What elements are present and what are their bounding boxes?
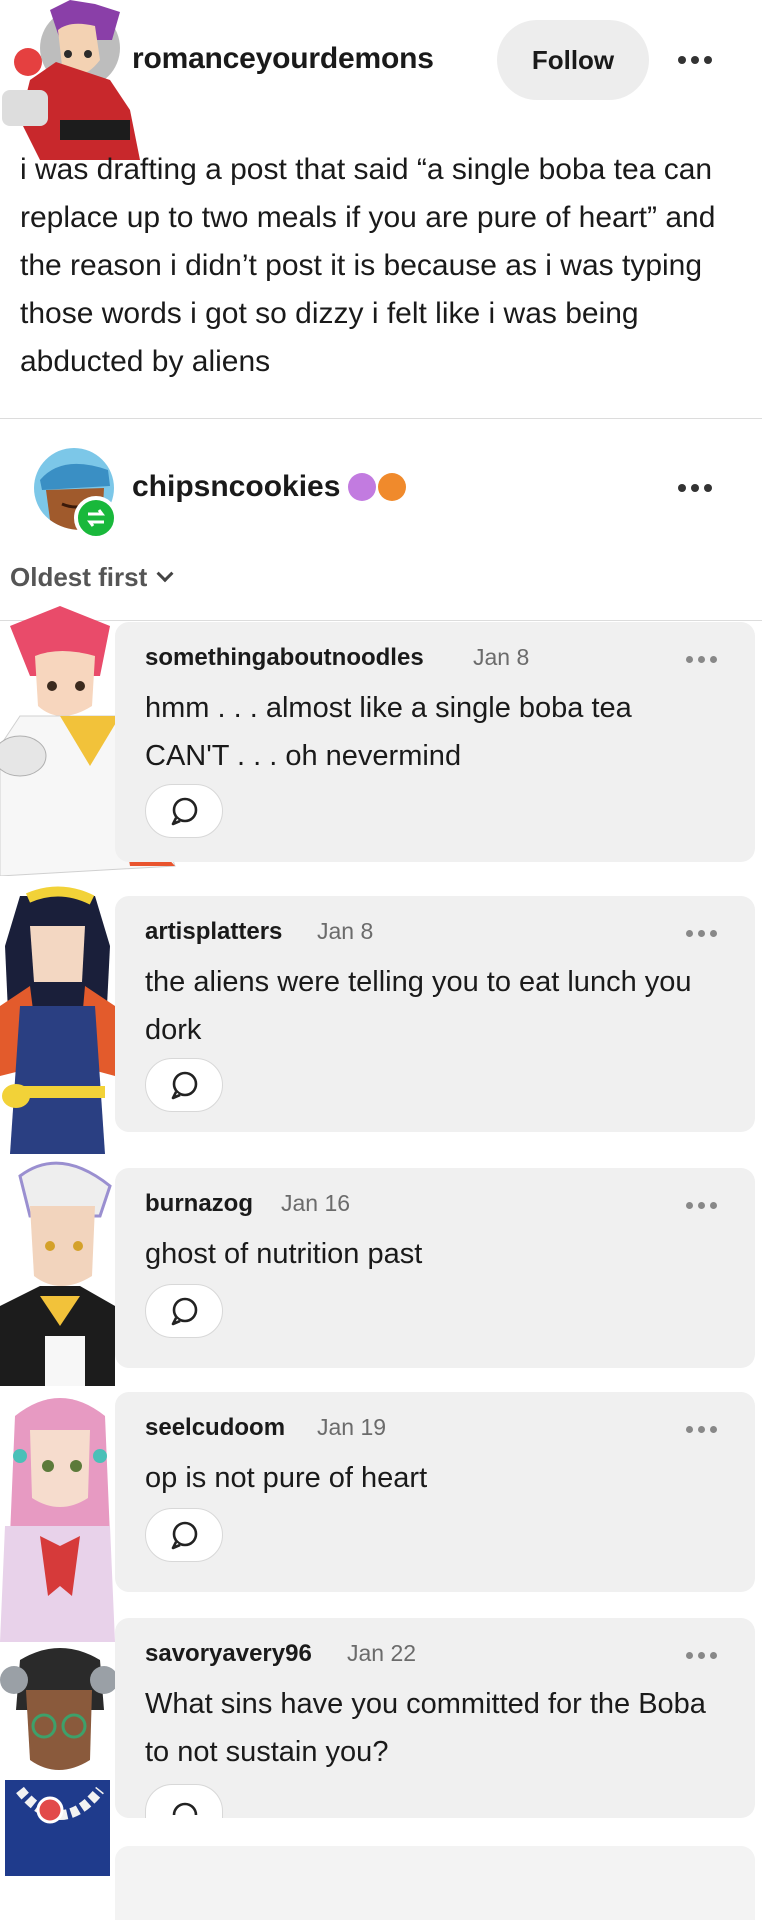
reply-bubble-icon [171, 1071, 198, 1100]
more-options-icon[interactable] [686, 656, 717, 663]
reply-card: somethingaboutnoodles Jan 8 hmm . . . al… [115, 622, 755, 862]
post-author-avatar[interactable] [0, 0, 150, 160]
reply-text: the aliens were telling you to eat lunch… [145, 966, 692, 1046]
reply-date: Jan 8 [317, 918, 374, 944]
reply-avatar[interactable] [0, 1156, 115, 1386]
user-badges [348, 473, 407, 501]
reply-card: seelcudoom Jan 19 op is not pure of hear… [115, 1392, 755, 1592]
more-options-icon[interactable] [686, 1202, 717, 1209]
reply-date: Jan 8 [473, 644, 530, 670]
reply-button[interactable] [145, 1284, 223, 1338]
reply-date: Jan 19 [317, 1414, 387, 1440]
more-options-icon[interactable] [686, 930, 717, 937]
chevron-down-icon [156, 564, 174, 582]
reply-button[interactable] [145, 784, 223, 838]
reply-text: hmm . . . almost like a single boba tea … [145, 692, 632, 772]
divider [0, 418, 762, 419]
replies-sort-dropdown[interactable]: Oldest first [10, 562, 174, 593]
reply-button[interactable] [145, 1058, 223, 1112]
reply-avatar[interactable] [0, 1640, 118, 1876]
reply-username[interactable]: savoryavery96 [145, 1640, 312, 1668]
paw-badge-icon [348, 473, 377, 501]
reply-bubble-icon [172, 1802, 198, 1816]
reply-button[interactable] [145, 1508, 223, 1562]
reply-text: op is not pure of heart [145, 1462, 428, 1494]
reblogger-username[interactable]: chipsncookies [132, 470, 340, 504]
reply-date: Jan 16 [281, 1190, 351, 1216]
sort-label: Oldest first [10, 562, 148, 592]
reblogger-avatar[interactable] [32, 446, 118, 540]
more-options-icon[interactable] [678, 56, 712, 64]
reply-username[interactable]: burnazog [145, 1190, 253, 1218]
reply-bubble-icon [171, 797, 198, 826]
more-options-icon[interactable] [686, 1426, 717, 1433]
reply-card: burnazog Jan 16 ghost of nutrition past [115, 1168, 755, 1368]
post-author-username[interactable]: romanceyourdemons [132, 42, 434, 76]
reply-avatar[interactable] [0, 606, 176, 877]
reply-button[interactable] [145, 1784, 223, 1818]
reply-username[interactable]: artisplatters [145, 918, 282, 946]
reply-bubble-icon [171, 1521, 198, 1550]
reply-card: savoryavery96 Jan 22 What sins have you … [115, 1618, 755, 1818]
reply-avatar[interactable] [0, 1386, 115, 1642]
reply-text: ghost of nutrition past [145, 1238, 423, 1270]
post-body-text: i was drafting a post that said “a singl… [20, 153, 716, 378]
reply-username[interactable]: somethingaboutnoodles [145, 644, 424, 672]
more-options-icon[interactable] [686, 1652, 717, 1659]
paw-badge-icon [378, 473, 407, 501]
reply-card-partial [115, 1846, 755, 1920]
reply-username[interactable]: seelcudoom [145, 1414, 285, 1442]
more-options-icon[interactable] [678, 484, 712, 492]
reply-date: Jan 22 [347, 1640, 417, 1666]
follow-button[interactable]: Follow [497, 20, 649, 100]
reblog-icon [74, 496, 118, 540]
reply-bubble-icon [171, 1297, 198, 1326]
reply-card: artisplatters Jan 8 the aliens were tell… [115, 896, 755, 1132]
reply-avatar[interactable] [0, 886, 115, 1154]
reply-text: What sins have you committed for the Bob… [145, 1688, 706, 1768]
reblogger-username-row[interactable]: chipsncookies [132, 470, 407, 504]
